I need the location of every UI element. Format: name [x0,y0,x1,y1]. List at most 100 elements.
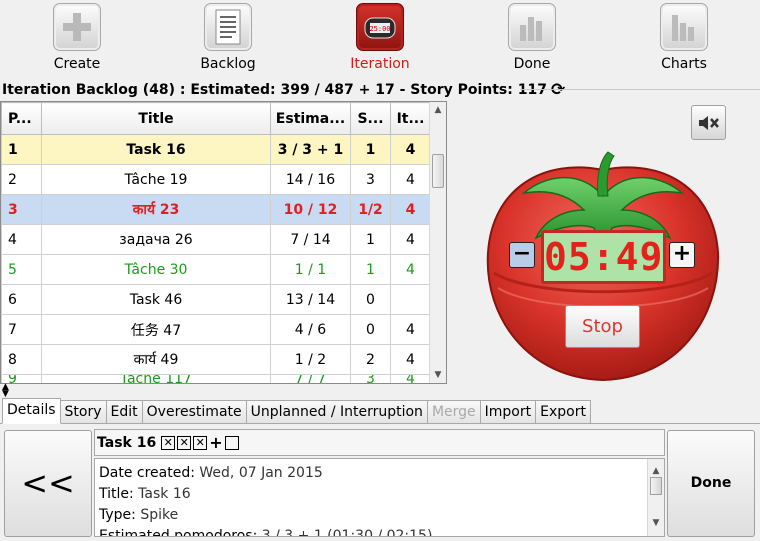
detail-line: Estimated pomodoros: 3 / 3 + 1 (01:30 / … [99,528,433,537]
cell-priority: 5 [1,254,42,285]
table-row[interactable]: 2 Tâche 19 14 / 16 3 4 [1,164,431,195]
cell-priority: 7 [1,314,42,345]
cell-story-points: 3 [350,374,391,383]
cell-story-points: 0 [350,284,391,315]
scroll-thumb[interactable] [432,154,444,188]
cell-title: Task 46 [41,284,271,315]
tab-overestimate[interactable]: Overestimate [141,400,247,424]
scroll-up-icon[interactable]: ▲ [430,102,446,118]
iteration-button[interactable]: 25:00 Iteration [330,0,430,72]
tab-import[interactable]: Import [479,400,537,424]
details-tabs: Details Story Edit Overestimate Unplanne… [2,398,591,424]
tab-details[interactable]: Details [2,398,61,424]
scroll-down-icon[interactable]: ▼ [648,513,664,534]
cell-title: задача 26 [41,224,271,255]
cell-priority: 2 [1,164,42,195]
cell-estimated: 10 / 12 [270,194,351,225]
stop-button[interactable]: Stop [565,305,640,348]
iteration-summary-text: Iteration Backlog (48) : Estimated: 399 … [2,82,547,98]
timer-display: 05:49 [541,230,666,284]
done-label: Done [513,56,551,72]
cell-title: Task 16 [41,134,271,165]
decrease-time-button[interactable]: − [509,242,535,268]
backlog-icon [204,3,252,51]
column-header-priority[interactable]: P... [1,102,42,135]
charts-button[interactable]: Charts [634,0,734,72]
scroll-thumb[interactable] [650,477,662,495]
cell-story-points: 0 [350,314,391,345]
cell-iteration: 4 [390,254,431,285]
cell-story-points: 1 [350,134,391,165]
pomodoro-empty-icon [224,435,239,450]
backlog-button[interactable]: Backlog [178,0,278,72]
main-toolbar: Create Backlog 25:00 Iteration Done Char… [0,0,760,78]
table-row[interactable]: 7 任务 47 4 / 6 0 4 [1,314,431,345]
detail-line: Type: Spike [99,507,179,523]
tab-export[interactable]: Export [535,400,591,424]
cell-estimated: 13 / 14 [270,284,351,315]
story-title-bar: Task 16 ✕ ✕ ✕ + [94,429,665,456]
cell-story-points: 1 [350,254,391,285]
detail-line: Title: Task 16 [99,486,191,502]
cell-title: Tâche 30 [41,254,271,285]
table-row[interactable]: 4 задача 26 7 / 14 1 4 [1,224,431,255]
overestimate-plus-icon: + [209,432,223,452]
cell-estimated: 1 / 2 [270,344,351,375]
detail-line: Date created: Wed, 07 Jan 2015 [99,465,323,481]
tomato-timer-icon: 25:00 [356,3,404,51]
cell-iteration: 4 [390,344,431,375]
backlog-label: Backlog [200,56,256,72]
cell-title: Tâche 117 [41,374,271,383]
cell-iteration: 4 [390,134,431,165]
charts-label: Charts [661,56,707,72]
table-row[interactable]: 8 कार्य 49 1 / 2 2 4 [1,344,431,375]
cell-iteration: 4 [390,314,431,345]
table-row[interactable]: 5 Tâche 30 1 / 1 1 4 [1,254,431,285]
charts-icon [660,3,708,51]
cell-story-points: 3 [350,164,391,195]
back-button[interactable]: << [4,430,92,537]
table-row[interactable]: 9 Tâche 117 7 / 7 3 4 [1,374,431,383]
cell-title: Tâche 19 [41,164,271,195]
scroll-down-icon[interactable]: ▼ [430,367,446,383]
table-scrollbar[interactable]: ▲ ▼ [429,102,446,383]
column-header-story-points[interactable]: S... [350,102,391,135]
split-handle-icon[interactable]: ▲ ▼ [2,383,9,399]
table-header: P... Title Estima... S... It... [1,102,431,135]
cell-priority: 1 [1,134,42,165]
table-row[interactable]: 6 Task 46 13 / 14 0 [1,284,431,315]
done-chart-icon [508,3,556,51]
create-label: Create [53,56,101,72]
details-scrollbar[interactable]: ▲ ▼ [647,459,664,536]
tab-edit[interactable]: Edit [105,400,143,424]
refresh-icon[interactable]: ⟳ [551,81,565,99]
done-button[interactable]: Done [667,430,755,537]
cell-iteration [390,284,431,315]
cell-estimated: 4 / 6 [270,314,351,345]
create-button[interactable]: Create [27,0,127,72]
column-header-estimated[interactable]: Estima... [270,102,351,135]
pomodoro-done-icon: ✕ [193,435,208,450]
mute-button[interactable] [691,105,726,140]
cell-priority: 4 [1,224,42,255]
cell-title: 任务 47 [41,314,271,345]
pomodoro-done-icon: ✕ [177,435,192,450]
divider [0,423,760,424]
done-nav-button[interactable]: Done [482,0,582,72]
table-row-selected[interactable]: 3 कार्य 23 10 / 12 1/2 4 [1,194,431,225]
cell-iteration: 4 [390,164,431,195]
increase-time-button[interactable]: + [669,242,695,268]
tab-unplanned-interruption[interactable]: Unplanned / Interruption [245,400,428,424]
pomodoro-done-icon: ✕ [161,435,176,450]
column-header-title[interactable]: Title [41,102,271,135]
table-row[interactable]: 1 Task 16 3 / 3 + 1 1 4 [1,134,431,165]
speaker-mute-icon [698,115,719,130]
story-details: Date created: Wed, 07 Jan 2015 Title: Ta… [94,458,665,537]
cell-title: कार्य 49 [41,344,271,375]
cell-story-points: 1/2 [350,194,391,225]
column-header-iteration[interactable]: It... [390,102,431,135]
cell-story-points: 1 [350,224,391,255]
tab-story[interactable]: Story [59,400,107,424]
cell-priority: 8 [1,344,42,375]
cell-story-points: 2 [350,344,391,375]
